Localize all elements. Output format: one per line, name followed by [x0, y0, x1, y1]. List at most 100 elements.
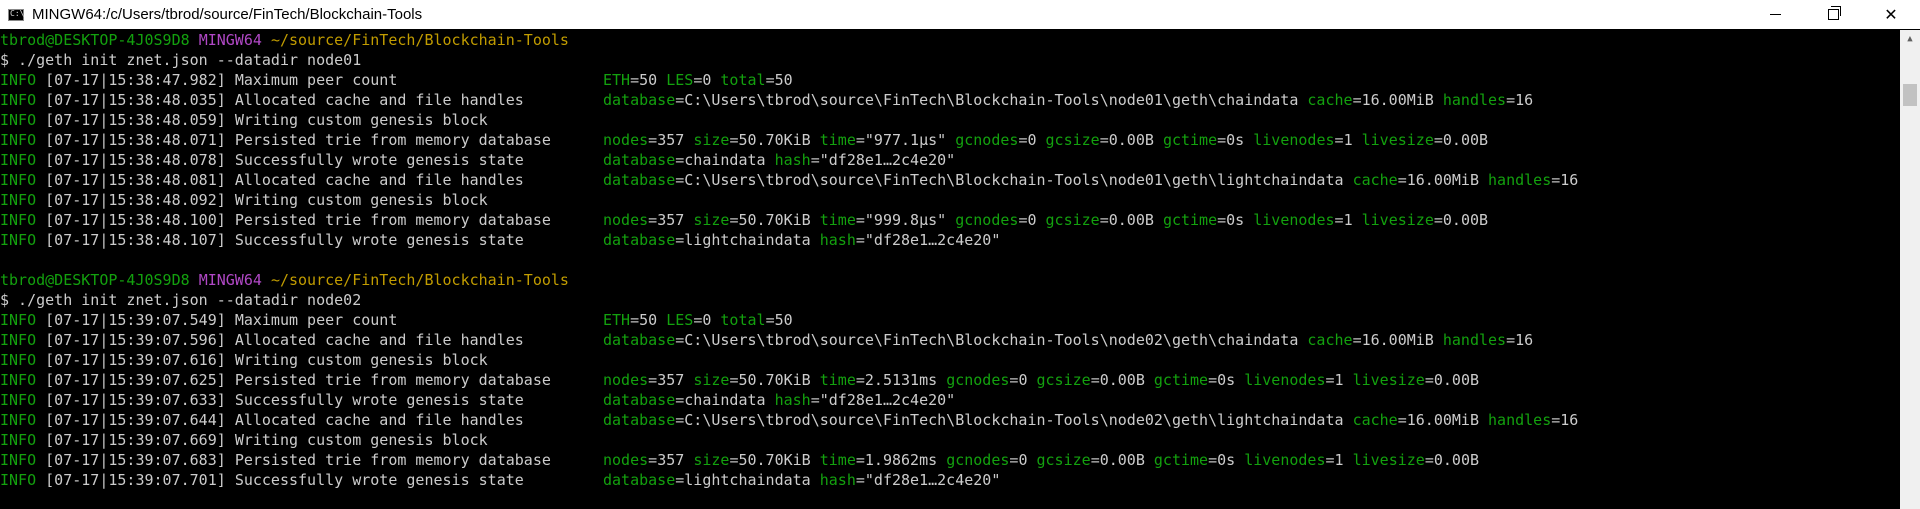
log-message: Writing custom genesis block: [234, 191, 488, 209]
field-key: gcnodes: [955, 211, 1019, 229]
log-fields: database=C:\Users\tbrod\source\FinTech\B…: [603, 411, 1579, 429]
field-value: C:\Users\tbrod\source\FinTech\Blockchain…: [684, 411, 1344, 429]
log-timestamp: [07-17|15:39:07.669]: [45, 431, 226, 449]
field-value: 0s: [1217, 371, 1236, 389]
log-level: INFO: [0, 331, 37, 349]
field-value: lightchaindata: [684, 471, 811, 489]
field-value: 0s: [1226, 131, 1245, 149]
log-line: INFO [07-17|15:39:07.683] Persisted trie…: [0, 450, 1900, 470]
log-level: INFO: [0, 391, 37, 409]
field-key: database: [603, 91, 676, 109]
field-key: handles: [1488, 171, 1552, 189]
log-message: Allocated cache and file handles: [234, 411, 524, 429]
log-timestamp: [07-17|15:39:07.701]: [45, 471, 226, 489]
field-key: cache: [1307, 91, 1353, 109]
log-message: Allocated cache and file handles: [234, 331, 524, 349]
close-icon: ✕: [1884, 6, 1898, 24]
field-value: "df28e1…2c4e20": [864, 471, 1001, 489]
log-message-col: INFO [07-17|15:38:48.081] Allocated cach…: [0, 170, 524, 190]
field-value: "999.8µs": [864, 211, 947, 229]
window-title: MINGW64:/c/Users/tbrod/source/FinTech/Bl…: [32, 6, 423, 23]
field-key: livenodes: [1253, 211, 1335, 229]
field-key: ETH: [603, 71, 631, 89]
field-value: 0.00B: [1442, 131, 1489, 149]
field-value: 0: [702, 71, 712, 89]
field-key: size: [693, 211, 730, 229]
field-value: 1: [1334, 371, 1344, 389]
field-key: livenodes: [1244, 451, 1326, 469]
log-timestamp: [07-17|15:38:48.092]: [45, 191, 226, 209]
field-value: chaindata: [684, 151, 766, 169]
field-value: 16: [1515, 91, 1534, 109]
field-key: gctime: [1153, 451, 1209, 469]
field-value: 50: [774, 311, 793, 329]
field-key: hash: [774, 151, 811, 169]
chevron-up-icon: ▲: [1907, 34, 1913, 44]
field-value: 0s: [1226, 211, 1245, 229]
field-value: 16: [1515, 331, 1534, 349]
field-key: hash: [819, 231, 856, 249]
field-value: 50.70KiB: [738, 211, 811, 229]
log-message-col: INFO [07-17|15:39:07.683] Persisted trie…: [0, 450, 551, 470]
field-key: gcnodes: [946, 371, 1010, 389]
command-line: $ ./geth init znet.json --datadir node02: [0, 290, 1900, 310]
field-key: time: [819, 131, 856, 149]
field-value: chaindata: [684, 391, 766, 409]
log-fields: database=lightchaindata hash="df28e1…2c4…: [603, 471, 1001, 489]
vertical-scrollbar[interactable]: ▲: [1900, 30, 1920, 509]
field-key: database: [603, 411, 676, 429]
log-level: INFO: [0, 211, 37, 229]
field-value: 16.00MiB: [1361, 91, 1434, 109]
field-key: livesize: [1361, 211, 1434, 229]
log-line: INFO [07-17|15:38:48.092] Writing custom…: [0, 190, 1900, 210]
field-value: 16.00MiB: [1361, 331, 1434, 349]
terminal-output[interactable]: tbrod@DESKTOP-4J0S9D8 MINGW64 ~/source/F…: [0, 30, 1900, 509]
log-message-col: INFO [07-17|15:39:07.596] Allocated cach…: [0, 330, 524, 350]
log-level: INFO: [0, 311, 37, 329]
close-button[interactable]: ✕: [1862, 0, 1920, 29]
field-key: cache: [1352, 171, 1398, 189]
field-key: gcsize: [1036, 451, 1091, 469]
field-value: 0: [1027, 211, 1037, 229]
field-key: gcsize: [1045, 211, 1100, 229]
field-key: database: [603, 391, 676, 409]
field-key: livenodes: [1244, 371, 1326, 389]
log-message: Maximum peer count: [234, 311, 398, 329]
log-fields: ETH=50 LES=0 total=50: [603, 71, 793, 89]
window-titlebar[interactable]: C:\ MINGW64:/c/Users/tbrod/source/FinTec…: [0, 0, 1920, 29]
log-level: INFO: [0, 231, 37, 249]
field-value: 1: [1343, 131, 1353, 149]
field-value: 0: [1027, 131, 1037, 149]
log-message: Writing custom genesis block: [234, 111, 488, 129]
field-key: gcnodes: [946, 451, 1010, 469]
field-value: 0: [702, 311, 712, 329]
log-level: INFO: [0, 131, 37, 149]
scrollbar-thumb[interactable]: [1903, 84, 1917, 106]
log-fields: nodes=357 size=50.70KiB time="977.1µs" g…: [603, 131, 1489, 149]
log-message: Writing custom genesis block: [234, 351, 488, 369]
log-level: INFO: [0, 411, 37, 429]
log-message-col: INFO [07-17|15:39:07.644] Allocated cach…: [0, 410, 524, 430]
field-value: lightchaindata: [684, 231, 811, 249]
log-fields: database=chaindata hash="df28e1…2c4e20": [603, 151, 956, 169]
maximize-button[interactable]: [1804, 0, 1862, 29]
log-message-col: INFO [07-17|15:38:47.982] Maximum peer c…: [0, 70, 397, 90]
log-timestamp: [07-17|15:39:07.625]: [45, 371, 226, 389]
log-message: Maximum peer count: [234, 71, 398, 89]
field-value: 1.9862ms: [864, 451, 938, 469]
log-message-col: INFO [07-17|15:39:07.616] Writing custom…: [0, 350, 488, 370]
log-message-col: INFO [07-17|15:38:48.035] Allocated cach…: [0, 90, 524, 110]
log-level: INFO: [0, 431, 37, 449]
command-line: $ ./geth init znet.json --datadir node01: [0, 50, 1900, 70]
minimize-button[interactable]: [1746, 0, 1804, 29]
field-value: 357: [657, 131, 685, 149]
command-text: $ ./geth init znet.json --datadir node01: [0, 51, 362, 69]
field-value: 50: [639, 71, 658, 89]
field-key: nodes: [603, 451, 649, 469]
field-value: 16: [1560, 171, 1579, 189]
log-level: INFO: [0, 371, 37, 389]
log-line: INFO [07-17|15:38:48.035] Allocated cach…: [0, 90, 1900, 110]
scroll-up-button[interactable]: ▲: [1900, 30, 1920, 48]
field-key: hash: [819, 471, 856, 489]
field-key: gctime: [1162, 131, 1218, 149]
